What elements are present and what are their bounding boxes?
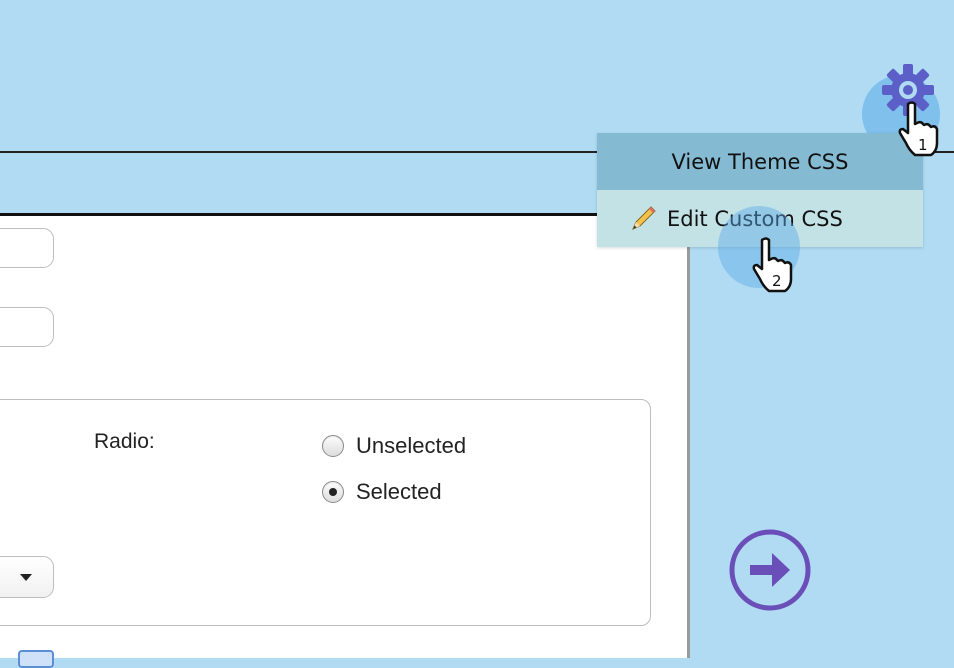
radio-button-selected[interactable] (322, 481, 344, 503)
menu-item-label: View Theme CSS (671, 149, 849, 174)
dropdown-select[interactable] (0, 556, 54, 598)
radio-option-label: Unselected (356, 433, 467, 458)
hand-pointer-icon: 2 (752, 237, 793, 293)
chevron-down-icon (20, 574, 32, 581)
pencil-icon (632, 205, 656, 230)
radio-option-selected[interactable]: Selected (322, 479, 442, 505)
text-field-2[interactable] (0, 307, 54, 347)
radio-group-label: Radio: (94, 430, 155, 453)
step-marker-1: 1 (918, 136, 928, 154)
step-marker-2: 2 (772, 272, 782, 290)
menu-item-view-theme-css[interactable]: View Theme CSS (597, 133, 923, 190)
hand-pointer-icon: 1 (898, 101, 939, 157)
radio-option-label: Selected (356, 479, 442, 504)
radio-button-unselected[interactable] (322, 435, 344, 457)
text-field-1[interactable] (0, 228, 54, 268)
arrow-right-circle-icon[interactable] (728, 528, 812, 612)
checkbox-partial[interactable] (18, 650, 54, 668)
radio-option-unselected[interactable]: Unselected (322, 433, 466, 459)
